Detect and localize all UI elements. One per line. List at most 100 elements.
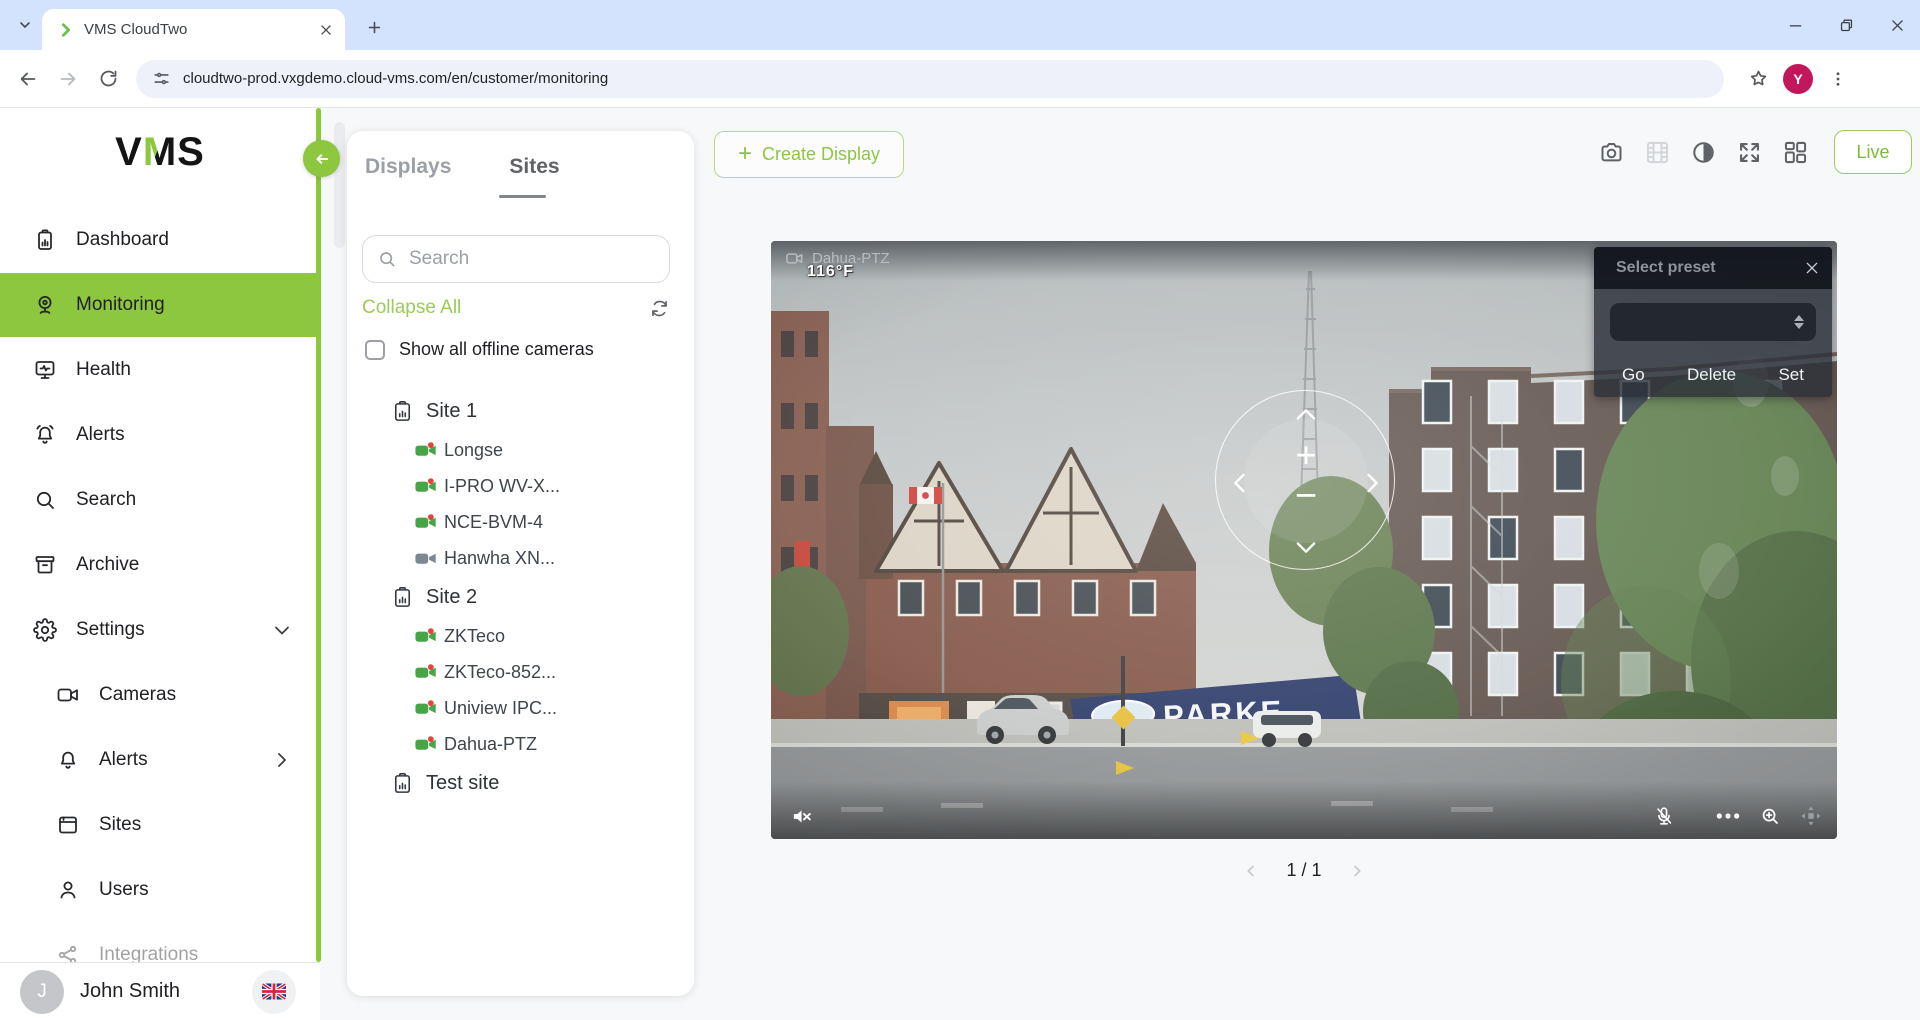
page-next-icon[interactable] [1348, 862, 1366, 880]
camera-row[interactable]: Hanwha XN... [347, 540, 694, 576]
sidebar-accent-rail [316, 108, 321, 962]
vms-logo: VMS [0, 130, 320, 175]
active-tab-underline [499, 195, 546, 198]
preset-popup-title: Select preset [1616, 259, 1804, 277]
collapse-all-link[interactable]: Collapse All [362, 297, 649, 319]
site-icon [392, 400, 412, 422]
sidebar-item-label: Alerts [99, 749, 148, 771]
window-restore-icon[interactable] [1838, 17, 1855, 34]
user-icon [56, 878, 80, 902]
site-info-icon[interactable] [152, 69, 171, 88]
video-player[interactable]: PARKE Custom Dry Cleaning & S [771, 241, 1837, 839]
sidebar-item-sites-sub[interactable]: Sites [0, 793, 320, 857]
preset-popup: Select preset Go Delete Set [1594, 247, 1832, 397]
browser-toolbar: cloudtwo-prod.vxgdemo.cloud-vms.com/en/c… [0, 50, 1920, 108]
offline-checkbox[interactable] [365, 340, 385, 360]
offline-checkbox-label: Show all offline cameras [399, 339, 594, 360]
sidebar-item-alerts[interactable]: Alerts [0, 403, 320, 467]
chevron-down-icon [270, 618, 294, 642]
sidebar-item-archive[interactable]: Archive [0, 533, 320, 597]
sidebar-collapse-button[interactable] [303, 140, 340, 177]
tab-displays[interactable]: Displays [365, 155, 451, 179]
pan-tilt-pad-icon[interactable] [1799, 804, 1823, 828]
scrollbar-thumb[interactable] [334, 122, 345, 248]
page-prev-icon[interactable] [1242, 862, 1260, 880]
live-button[interactable]: Live [1834, 130, 1912, 174]
reload-icon[interactable] [88, 59, 128, 99]
sidebar-item-monitoring[interactable]: Monitoring [0, 273, 320, 337]
browser-tab[interactable]: VMS CloudTwo [42, 9, 345, 50]
tab-sites[interactable]: Sites [509, 155, 559, 179]
camera-status-icon [415, 663, 437, 681]
site-icon [392, 586, 412, 608]
user-avatar: J [20, 970, 64, 1014]
tab-search-button[interactable] [10, 10, 40, 40]
preset-select[interactable] [1610, 303, 1816, 341]
profile-avatar[interactable]: Y [1778, 59, 1818, 99]
preset-set-button[interactable]: Set [1778, 365, 1804, 385]
camera-row[interactable]: ZKTeco [347, 618, 694, 654]
site-row[interactable]: Site 1 [347, 390, 694, 432]
preset-delete-button[interactable]: Delete [1687, 365, 1736, 385]
layout-grid-icon[interactable] [1782, 139, 1809, 166]
create-display-button[interactable]: + Create Display [714, 131, 904, 178]
sidebar-item-users-sub[interactable]: Users [0, 858, 320, 922]
camera-name: Hanwha XN... [444, 548, 555, 569]
user-bar[interactable]: J John Smith [0, 963, 320, 1020]
sidebar-item-label: Sites [99, 814, 141, 836]
ptz-up-icon[interactable] [1292, 405, 1320, 425]
sidebar-item-cameras-sub[interactable]: Cameras [0, 663, 320, 727]
browser-menu-icon[interactable] [1818, 59, 1858, 99]
back-icon[interactable] [8, 59, 48, 99]
ptz-zoom-in[interactable]: + [1216, 437, 1396, 473]
new-tab-button[interactable] [360, 13, 388, 41]
language-flag-button[interactable] [252, 970, 296, 1014]
preset-go-button[interactable]: Go [1622, 365, 1645, 385]
sidebar-item-settings[interactable]: Settings [0, 598, 320, 662]
site-row[interactable]: Site 2 [347, 576, 694, 618]
window-minimize-icon[interactable] [1787, 17, 1804, 34]
search-icon [33, 488, 57, 512]
url-bar[interactable]: cloudtwo-prod.vxgdemo.cloud-vms.com/en/c… [136, 60, 1724, 98]
ptz-down-icon[interactable] [1292, 537, 1320, 557]
fullscreen-icon[interactable] [1736, 139, 1763, 166]
forward-icon[interactable] [48, 59, 88, 99]
digital-zoom-icon[interactable] [1759, 805, 1781, 827]
refresh-icon[interactable] [649, 298, 670, 319]
archive-icon [33, 553, 57, 577]
bell-ring-icon [33, 423, 57, 447]
site-camera-tree: Site 1LongseI-PRO WV-X...NCE-BVM-4 Hanwha… [347, 390, 694, 804]
speaker-muted-icon[interactable] [791, 805, 814, 828]
mic-off-icon[interactable] [1653, 805, 1675, 827]
bookmark-star-icon[interactable] [1738, 59, 1778, 99]
preset-popup-header: Select preset [1594, 247, 1832, 289]
site-name: Site 2 [426, 586, 477, 609]
ptz-control[interactable]: + − [1215, 390, 1395, 570]
site-row[interactable]: Test site [347, 762, 694, 804]
camera-row[interactable]: ZKTeco-852... [347, 654, 694, 690]
more-options-icon[interactable] [1715, 811, 1741, 821]
camera-row[interactable]: Uniview IPC... [347, 690, 694, 726]
offline-filter-row[interactable]: Show all offline cameras [365, 339, 594, 360]
tab-close-icon[interactable] [319, 23, 333, 37]
sidebar-item-health[interactable]: Health [0, 338, 320, 402]
camera-status-icon [415, 513, 437, 531]
dashboard-icon [33, 228, 57, 252]
contrast-icon[interactable] [1690, 139, 1717, 166]
sidebar-item-alerts-sub[interactable]: Alerts [0, 728, 320, 792]
film-strip-icon[interactable] [1644, 139, 1671, 166]
ptz-zoom-out[interactable]: − [1216, 477, 1396, 515]
sidebar-item-label: Monitoring [76, 294, 165, 316]
camera-row[interactable]: NCE-BVM-4 [347, 504, 694, 540]
panel-search-box[interactable] [362, 235, 670, 283]
camera-row[interactable]: Longse [347, 432, 694, 468]
close-icon[interactable] [1804, 260, 1820, 276]
sidebar-item-dashboard[interactable]: Dashboard [0, 208, 320, 272]
chevron-right-icon [270, 748, 294, 772]
camera-row[interactable]: Dahua-PTZ [347, 726, 694, 762]
camera-row[interactable]: I-PRO WV-X... [347, 468, 694, 504]
window-close-icon[interactable] [1889, 17, 1906, 34]
snapshot-camera-icon[interactable] [1598, 139, 1625, 166]
sidebar-item-search[interactable]: Search [0, 468, 320, 532]
search-input[interactable] [409, 248, 639, 270]
